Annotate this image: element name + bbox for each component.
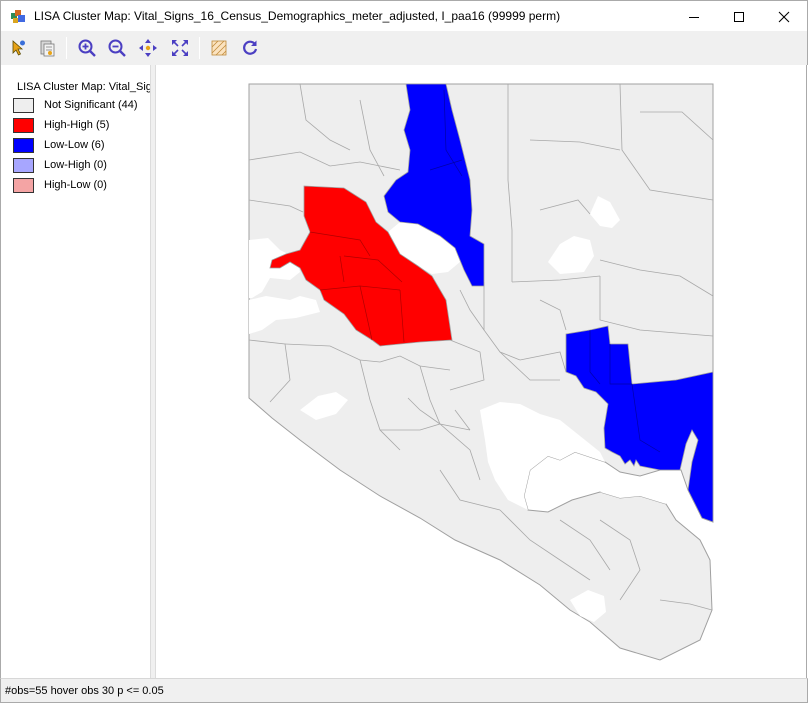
status-bar: #obs=55 hover obs 30 p <= 0.05 <box>0 678 808 703</box>
pan-icon <box>139 39 157 57</box>
legend-swatch <box>13 178 34 193</box>
toolbar <box>0 31 808 65</box>
zoom-in-button[interactable] <box>75 36 99 60</box>
legend-panel[interactable]: LISA Cluster Map: Vital_Signs_16_Census_… <box>0 65 150 678</box>
minimize-icon <box>689 16 699 18</box>
legend-item-low-high[interactable]: Low-High (0) <box>13 158 150 174</box>
legend-label: Not Significant (44) <box>44 99 138 111</box>
hatch-icon <box>211 40 227 56</box>
legend-label: High-Low (0) <box>44 179 107 191</box>
window-title: LISA Cluster Map: Vital_Signs_16_Census_… <box>34 9 561 23</box>
legend-label: Low-Low (6) <box>44 139 105 151</box>
refresh-icon <box>243 40 258 55</box>
select-tool-button[interactable] <box>6 36 30 60</box>
pan-button[interactable] <box>136 36 160 60</box>
full-extent-icon <box>172 40 188 56</box>
map-region-not-significant[interactable] <box>248 83 714 661</box>
legend-swatch <box>13 158 34 173</box>
legend-swatch <box>13 98 34 113</box>
map-canvas[interactable] <box>156 65 807 678</box>
legend-swatch <box>13 118 34 133</box>
legend-swatch <box>13 138 34 153</box>
legend-title: LISA Cluster Map: Vital_Signs_16_Census_… <box>17 81 150 93</box>
legend-item-high-low[interactable]: High-Low (0) <box>13 178 150 194</box>
close-icon <box>778 11 790 22</box>
refresh-button[interactable] <box>238 36 262 60</box>
status-text: #obs=55 hover obs 30 p <= 0.05 <box>5 685 164 697</box>
pointer-arrow-icon <box>12 40 25 56</box>
maximize-icon <box>734 11 744 22</box>
legend-item-low-low[interactable]: Low-Low (6) <box>13 138 150 154</box>
zoom-out-button[interactable] <box>105 36 129 60</box>
maximize-button[interactable] <box>716 1 762 32</box>
cluster-map[interactable] <box>156 65 807 678</box>
zoom-out-icon <box>108 39 126 57</box>
full-extent-button[interactable] <box>168 36 192 60</box>
minimize-button[interactable] <box>671 1 717 32</box>
legend-item-not-significant[interactable]: Not Significant (44) <box>13 98 150 114</box>
clipboard-icon <box>40 40 55 57</box>
title-bar: LISA Cluster Map: Vital_Signs_16_Census_… <box>0 0 808 31</box>
zoom-in-icon <box>78 39 96 57</box>
legend-item-high-high[interactable]: High-High (5) <box>13 118 150 134</box>
close-button[interactable] <box>761 1 807 32</box>
legend-label: High-High (5) <box>44 119 110 131</box>
app-icon <box>10 8 27 25</box>
legend-label: Low-High (0) <box>44 159 107 171</box>
toolbar-separator <box>199 37 200 59</box>
toolbar-separator <box>66 37 67 59</box>
options-button[interactable] <box>207 36 231 60</box>
select-copy-button[interactable] <box>35 36 59 60</box>
